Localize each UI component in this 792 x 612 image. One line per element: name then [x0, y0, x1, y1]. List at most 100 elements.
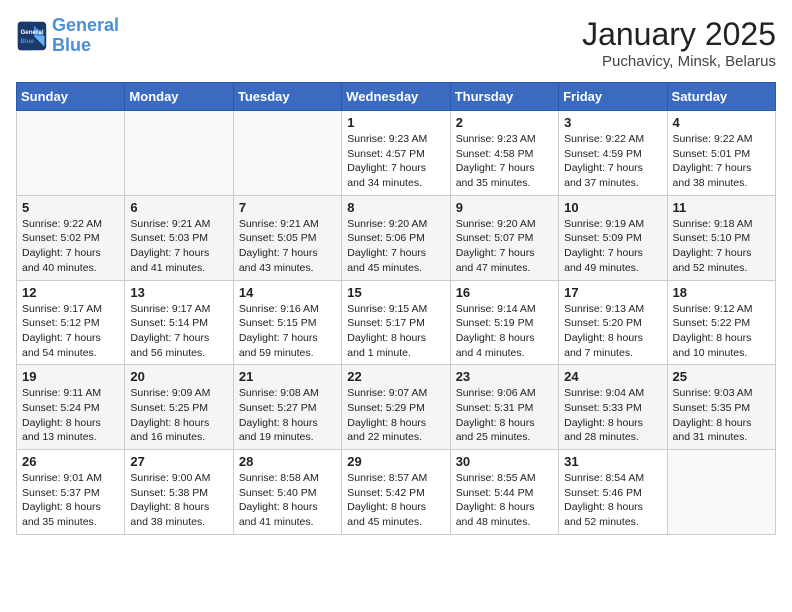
day-info: Sunrise: 9:22 AM Sunset: 4:59 PM Dayligh… — [564, 132, 661, 191]
day-number: 25 — [673, 369, 770, 384]
logo-icon: General Blue — [16, 20, 48, 52]
calendar-cell: 25 Sunrise: 9:03 AM Sunset: 5:35 PM Dayli… — [667, 365, 775, 450]
calendar-cell: 23 Sunrise: 9:06 AM Sunset: 5:31 PM Dayli… — [450, 365, 558, 450]
calendar-cell: 31 Sunrise: 8:54 AM Sunset: 5:46 PM Dayli… — [559, 450, 667, 535]
calendar-cell: 19 Sunrise: 9:11 AM Sunset: 5:24 PM Dayli… — [17, 365, 125, 450]
day-info: Sunrise: 9:19 AM Sunset: 5:09 PM Dayligh… — [564, 217, 661, 276]
day-number: 5 — [22, 200, 119, 215]
svg-text:General: General — [20, 29, 43, 36]
calendar-cell: 28Sunrise: 8:58 AM Sunset: 5:40 PM Dayli… — [233, 450, 341, 535]
day-number: 10 — [564, 200, 661, 215]
day-info: Sunrise: 9:01 AM Sunset: 5:37 PM Dayligh… — [22, 471, 119, 530]
day-number: 22 — [347, 369, 444, 384]
day-info: Sunrise: 8:54 AM Sunset: 5:46 PM Dayligh… — [564, 471, 661, 530]
month-title: January 2025 — [582, 16, 776, 53]
day-info: Sunrise: 9:07 AM Sunset: 5:29 PM Dayligh… — [347, 386, 444, 445]
day-number: 29 — [347, 454, 444, 469]
day-number: 9 — [456, 200, 553, 215]
calendar-cell — [667, 450, 775, 535]
calendar-cell: 5Sunrise: 9:22 AM Sunset: 5:02 PM Daylig… — [17, 195, 125, 280]
weekday-header-friday: Friday — [559, 83, 667, 111]
location: Puchavicy, Minsk, Belarus — [582, 53, 776, 70]
day-number: 30 — [456, 454, 553, 469]
day-info: Sunrise: 9:23 AM Sunset: 4:58 PM Dayligh… — [456, 132, 553, 191]
day-number: 13 — [130, 285, 227, 300]
day-number: 31 — [564, 454, 661, 469]
weekday-header-sunday: Sunday — [17, 83, 125, 111]
calendar-cell — [233, 111, 341, 196]
calendar-cell: 20Sunrise: 9:09 AM Sunset: 5:25 PM Dayli… — [125, 365, 233, 450]
calendar-cell: 11 Sunrise: 9:18 AM Sunset: 5:10 PM Dayli… — [667, 195, 775, 280]
calendar-week-row: 12Sunrise: 9:17 AM Sunset: 5:12 PM Dayli… — [17, 280, 776, 365]
logo: General Blue General Blue — [16, 16, 119, 56]
calendar-cell: 22 Sunrise: 9:07 AM Sunset: 5:29 PM Dayli… — [342, 365, 450, 450]
day-info: Sunrise: 8:58 AM Sunset: 5:40 PM Dayligh… — [239, 471, 336, 530]
day-info: Sunrise: 9:13 AM Sunset: 5:20 PM Dayligh… — [564, 302, 661, 361]
day-info: Sunrise: 9:17 AM Sunset: 5:14 PM Dayligh… — [130, 302, 227, 361]
day-info: Sunrise: 9:12 AM Sunset: 5:22 PM Dayligh… — [673, 302, 770, 361]
calendar-cell: 4Sunrise: 9:22 AM Sunset: 5:01 PM Daylig… — [667, 111, 775, 196]
day-info: Sunrise: 8:57 AM Sunset: 5:42 PM Dayligh… — [347, 471, 444, 530]
day-number: 18 — [673, 285, 770, 300]
day-number: 11 — [673, 200, 770, 215]
calendar-cell: 3 Sunrise: 9:22 AM Sunset: 4:59 PM Daylig… — [559, 111, 667, 196]
calendar-cell: 13 Sunrise: 9:17 AM Sunset: 5:14 PM Dayli… — [125, 280, 233, 365]
calendar-cell: 24Sunrise: 9:04 AM Sunset: 5:33 PM Dayli… — [559, 365, 667, 450]
day-number: 23 — [456, 369, 553, 384]
page-header: General Blue General Blue January 2025 P… — [16, 16, 776, 70]
day-info: Sunrise: 9:20 AM Sunset: 5:07 PM Dayligh… — [456, 217, 553, 276]
day-info: Sunrise: 9:03 AM Sunset: 5:35 PM Dayligh… — [673, 386, 770, 445]
day-info: Sunrise: 9:21 AM Sunset: 5:05 PM Dayligh… — [239, 217, 336, 276]
day-info: Sunrise: 9:00 AM Sunset: 5:38 PM Dayligh… — [130, 471, 227, 530]
day-info: Sunrise: 9:06 AM Sunset: 5:31 PM Dayligh… — [456, 386, 553, 445]
calendar-cell: 27Sunrise: 9:00 AM Sunset: 5:38 PM Dayli… — [125, 450, 233, 535]
calendar-cell: 7 Sunrise: 9:21 AM Sunset: 5:05 PM Daylig… — [233, 195, 341, 280]
weekday-header-thursday: Thursday — [450, 83, 558, 111]
weekday-header-wednesday: Wednesday — [342, 83, 450, 111]
day-info: Sunrise: 9:08 AM Sunset: 5:27 PM Dayligh… — [239, 386, 336, 445]
day-info: Sunrise: 9:22 AM Sunset: 5:01 PM Dayligh… — [673, 132, 770, 191]
day-number: 1 — [347, 115, 444, 130]
day-number: 16 — [456, 285, 553, 300]
calendar-week-row: 19 Sunrise: 9:11 AM Sunset: 5:24 PM Dayli… — [17, 365, 776, 450]
calendar-cell: 21 Sunrise: 9:08 AM Sunset: 5:27 PM Dayli… — [233, 365, 341, 450]
day-number: 7 — [239, 200, 336, 215]
calendar-cell: 8Sunrise: 9:20 AM Sunset: 5:06 PM Daylig… — [342, 195, 450, 280]
calendar-cell: 29 Sunrise: 8:57 AM Sunset: 5:42 PM Dayli… — [342, 450, 450, 535]
day-number: 15 — [347, 285, 444, 300]
weekday-header-saturday: Saturday — [667, 83, 775, 111]
day-number: 2 — [456, 115, 553, 130]
weekday-header-monday: Monday — [125, 83, 233, 111]
calendar-cell: 30 Sunrise: 8:55 AM Sunset: 5:44 PM Dayli… — [450, 450, 558, 535]
day-number: 3 — [564, 115, 661, 130]
day-info: Sunrise: 9:23 AM Sunset: 4:57 PM Dayligh… — [347, 132, 444, 191]
day-info: Sunrise: 9:04 AM Sunset: 5:33 PM Dayligh… — [564, 386, 661, 445]
weekday-header-row: SundayMondayTuesdayWednesdayThursdayFrid… — [17, 83, 776, 111]
day-number: 12 — [22, 285, 119, 300]
day-number: 17 — [564, 285, 661, 300]
calendar-cell: 15Sunrise: 9:15 AM Sunset: 5:17 PM Dayli… — [342, 280, 450, 365]
day-info: Sunrise: 9:18 AM Sunset: 5:10 PM Dayligh… — [673, 217, 770, 276]
day-info: Sunrise: 8:55 AM Sunset: 5:44 PM Dayligh… — [456, 471, 553, 530]
calendar-table: SundayMondayTuesdayWednesdayThursdayFrid… — [16, 82, 776, 535]
day-info: Sunrise: 9:14 AM Sunset: 5:19 PM Dayligh… — [456, 302, 553, 361]
weekday-header-tuesday: Tuesday — [233, 83, 341, 111]
day-info: Sunrise: 9:20 AM Sunset: 5:06 PM Dayligh… — [347, 217, 444, 276]
calendar-cell: 17 Sunrise: 9:13 AM Sunset: 5:20 PM Dayli… — [559, 280, 667, 365]
calendar-cell: 6Sunrise: 9:21 AM Sunset: 5:03 PM Daylig… — [125, 195, 233, 280]
calendar-cell: 12Sunrise: 9:17 AM Sunset: 5:12 PM Dayli… — [17, 280, 125, 365]
calendar-cell: 9 Sunrise: 9:20 AM Sunset: 5:07 PM Daylig… — [450, 195, 558, 280]
svg-text:Blue: Blue — [20, 38, 34, 45]
calendar-cell: 2 Sunrise: 9:23 AM Sunset: 4:58 PM Daylig… — [450, 111, 558, 196]
day-number: 21 — [239, 369, 336, 384]
title-block: January 2025 Puchavicy, Minsk, Belarus — [582, 16, 776, 70]
day-info: Sunrise: 9:11 AM Sunset: 5:24 PM Dayligh… — [22, 386, 119, 445]
day-number: 26 — [22, 454, 119, 469]
day-number: 20 — [130, 369, 227, 384]
day-number: 19 — [22, 369, 119, 384]
calendar-week-row: 5Sunrise: 9:22 AM Sunset: 5:02 PM Daylig… — [17, 195, 776, 280]
calendar-cell: 14 Sunrise: 9:16 AM Sunset: 5:15 PM Dayli… — [233, 280, 341, 365]
calendar-cell — [125, 111, 233, 196]
day-number: 14 — [239, 285, 336, 300]
day-info: Sunrise: 9:16 AM Sunset: 5:15 PM Dayligh… — [239, 302, 336, 361]
